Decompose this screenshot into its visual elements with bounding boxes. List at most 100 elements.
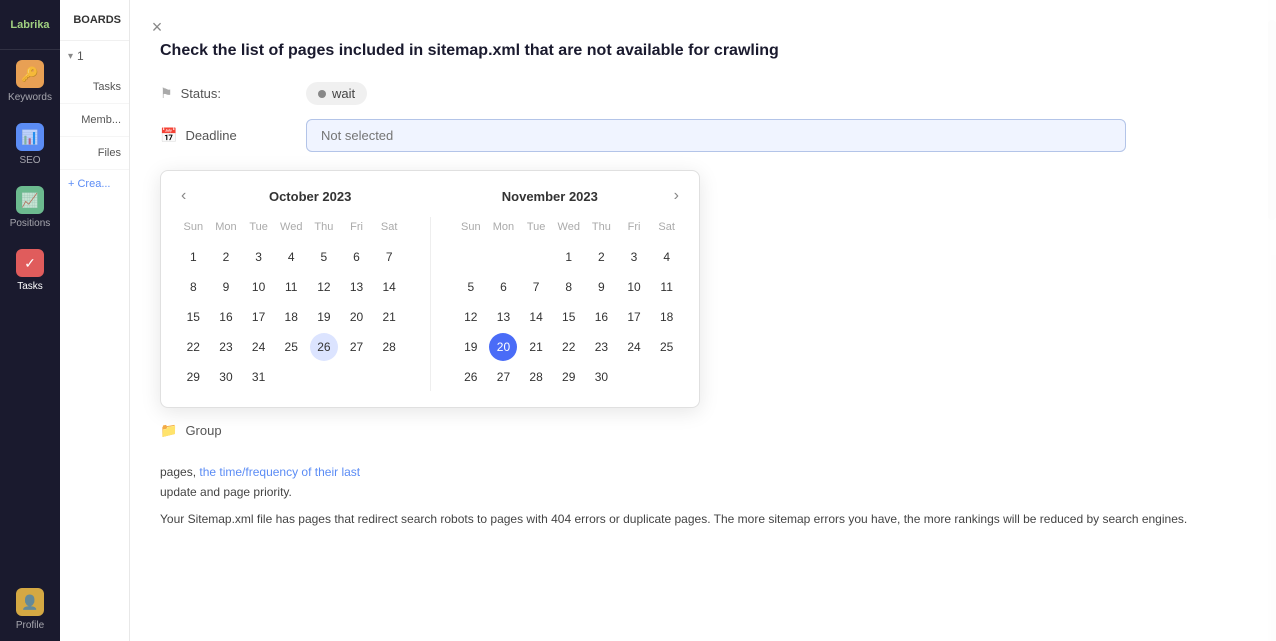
calendar-day[interactable]: 31 — [245, 363, 273, 391]
calendar-day[interactable]: 22 — [179, 333, 207, 361]
calendar-day[interactable]: 1 — [555, 243, 583, 271]
sidebar-item-positions[interactable]: 📈 Positions — [0, 176, 60, 239]
tasks-menu-item[interactable]: Tasks — [60, 71, 129, 104]
task-modal: × Check the list of pages included in si… — [130, 0, 1276, 641]
calendar-day[interactable]: 17 — [620, 303, 648, 331]
app-logo: Labrika — [0, 0, 60, 50]
deadline-label: 📅 Deadline — [160, 127, 290, 144]
calendar-day[interactable]: 20 — [343, 303, 371, 331]
calendar-day[interactable]: 9 — [212, 273, 240, 301]
calendar-day[interactable]: 28 — [375, 333, 403, 361]
calendar-day[interactable]: 23 — [212, 333, 240, 361]
sidebar-item-keywords[interactable]: 🔑 Keywords — [0, 50, 60, 113]
october-day-names: Sun Mon Tue Wed Thu Fri Sat — [177, 217, 406, 237]
modal-title: Check the list of pages included in site… — [160, 40, 1246, 62]
calendar-day[interactable]: 30 — [212, 363, 240, 391]
calendar-grid: Sun Mon Tue Wed Thu Fri Sat 123456789101… — [177, 217, 683, 391]
calendar-day[interactable]: 11 — [653, 273, 681, 301]
description-text: pages, the time/frequency of their last … — [160, 463, 1246, 529]
calendar-day[interactable]: 14 — [375, 273, 403, 301]
calendar-day[interactable]: 6 — [343, 243, 371, 271]
calendar-day[interactable]: 19 — [310, 303, 338, 331]
calendar-day[interactable]: 11 — [277, 273, 305, 301]
group-row: 📁 Group — [160, 422, 1246, 439]
calendar-day[interactable]: 27 — [489, 363, 517, 391]
empty-day — [522, 243, 550, 271]
calendar-day[interactable]: 3 — [620, 243, 648, 271]
calendar-day[interactable]: 28 — [522, 363, 550, 391]
calendar-day[interactable]: 15 — [179, 303, 207, 331]
calendar-day[interactable]: 12 — [457, 303, 485, 331]
november-title: November 2023 — [430, 189, 670, 204]
sidebar-item-profile[interactable]: 👤 Profile — [0, 578, 60, 641]
calendar-day[interactable]: 1 — [179, 243, 207, 271]
calendar-day[interactable]: 8 — [555, 273, 583, 301]
calendar-day[interactable]: 4 — [653, 243, 681, 271]
calendar-day[interactable]: 23 — [587, 333, 615, 361]
calendar-day[interactable]: 29 — [555, 363, 583, 391]
calendar-day[interactable]: 30 — [587, 363, 615, 391]
seo-icon: 📊 — [16, 123, 44, 151]
calendar-day[interactable]: 8 — [179, 273, 207, 301]
calendar-day[interactable]: 12 — [310, 273, 338, 301]
status-dot — [318, 90, 326, 98]
calendar-day[interactable]: 3 — [245, 243, 273, 271]
calendar-day[interactable]: 15 — [555, 303, 583, 331]
calendar-day[interactable]: 17 — [245, 303, 273, 331]
calendar-day[interactable]: 24 — [245, 333, 273, 361]
flag-icon: ⚑ — [160, 85, 173, 102]
calendar-day[interactable]: 10 — [245, 273, 273, 301]
sidebar-item-label: Keywords — [8, 92, 52, 103]
files-menu-item[interactable]: Files — [60, 137, 129, 170]
main-content: × Check the list of pages included in si… — [130, 0, 1276, 641]
calendar-day[interactable]: 2 — [587, 243, 615, 271]
calendar-day[interactable]: 13 — [489, 303, 517, 331]
calendar-day[interactable]: 27 — [343, 333, 371, 361]
calendar-day[interactable]: 16 — [212, 303, 240, 331]
calendar-day[interactable]: 9 — [587, 273, 615, 301]
positions-icon: 📈 — [16, 186, 44, 214]
calendar-day[interactable]: 26 — [457, 363, 485, 391]
calendar-day[interactable]: 20 — [489, 333, 517, 361]
status-badge[interactable]: wait — [306, 82, 367, 105]
calendar-day[interactable]: 14 — [522, 303, 550, 331]
calendar-day[interactable]: 6 — [489, 273, 517, 301]
calendar-day[interactable]: 10 — [620, 273, 648, 301]
calendar-day[interactable]: 26 — [310, 333, 338, 361]
calendar-day[interactable]: 4 — [277, 243, 305, 271]
calendar-day[interactable]: 5 — [310, 243, 338, 271]
board-number[interactable]: ▾ 1 — [60, 41, 129, 71]
calendar-day[interactable]: 18 — [277, 303, 305, 331]
calendar-day[interactable]: 19 — [457, 333, 485, 361]
calendar-day[interactable]: 16 — [587, 303, 615, 331]
calendar-day[interactable]: 18 — [653, 303, 681, 331]
empty-day — [457, 243, 485, 271]
calendar-day[interactable]: 2 — [212, 243, 240, 271]
date-picker-calendar: ‹ October 2023 November 2023 › Sun Mon T… — [160, 170, 700, 408]
calendar-day[interactable]: 25 — [277, 333, 305, 361]
create-button[interactable]: + Crea... — [60, 170, 129, 198]
calendar-day[interactable]: 24 — [620, 333, 648, 361]
deadline-input[interactable] — [306, 119, 1126, 152]
time-frequency-link[interactable]: the time/frequency of their last — [199, 465, 360, 479]
calendar-day[interactable]: 7 — [375, 243, 403, 271]
calendar-day[interactable]: 29 — [179, 363, 207, 391]
calendar-header: ‹ October 2023 November 2023 › — [177, 187, 683, 205]
sidebar-item-seo[interactable]: 📊 SEO — [0, 113, 60, 176]
prev-month-button[interactable]: ‹ — [177, 187, 190, 205]
calendar-day[interactable]: 21 — [375, 303, 403, 331]
members-menu-item[interactable]: Memb... — [60, 104, 129, 137]
next-month-button[interactable]: › — [670, 187, 683, 205]
calendar-day[interactable]: 13 — [343, 273, 371, 301]
calendar-day[interactable]: 5 — [457, 273, 485, 301]
calendar-day[interactable]: 7 — [522, 273, 550, 301]
close-button[interactable]: × — [145, 15, 169, 39]
calendar-day[interactable]: 22 — [555, 333, 583, 361]
sidebar-item-tasks[interactable]: ✓ Tasks — [0, 239, 60, 302]
status-row: ⚑ Status: wait — [160, 82, 1246, 105]
calendar-day[interactable]: 21 — [522, 333, 550, 361]
sidebar-item-label: Positions — [10, 218, 51, 229]
keywords-icon: 🔑 — [16, 60, 44, 88]
main-sidebar: Labrika 🔑 Keywords 📊 SEO 📈 Positions ✓ T… — [0, 0, 60, 641]
calendar-day[interactable]: 25 — [653, 333, 681, 361]
